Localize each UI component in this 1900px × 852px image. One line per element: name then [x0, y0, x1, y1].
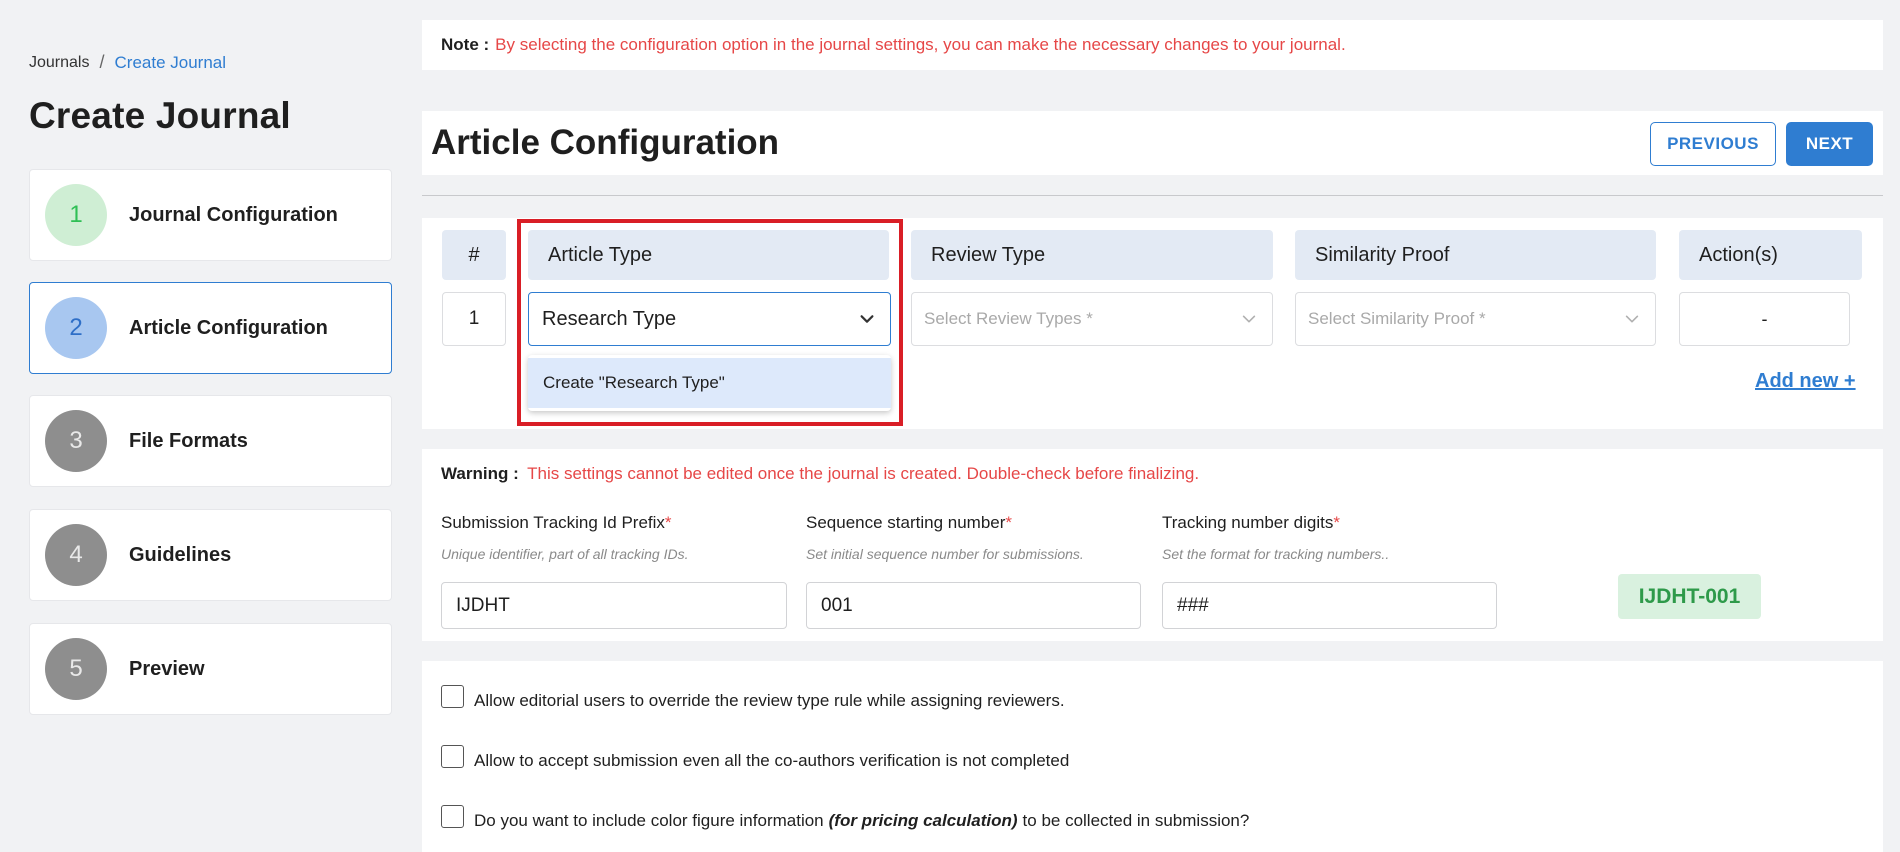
step-guidelines[interactable]: 4 Guidelines [29, 509, 392, 601]
header-similarity-proof: Similarity Proof [1295, 230, 1656, 280]
accept-submission-option[interactable]: Allow to accept submission even all the … [441, 745, 1070, 772]
prefix-label: Submission Tracking Id Prefix* [441, 513, 672, 532]
step-file-formats[interactable]: 3 File Formats [29, 395, 392, 487]
options-panel: Allow editorial users to override the re… [422, 661, 1883, 852]
prefix-hint: Unique identifier, part of all tracking … [441, 546, 689, 562]
note-label: Note : [441, 35, 490, 54]
checkbox[interactable] [441, 805, 464, 828]
step-preview[interactable]: 5 Preview [29, 623, 392, 715]
step-number: 1 [45, 184, 107, 246]
create-option[interactable]: Create "Research Type" [528, 358, 891, 408]
step-number: 2 [45, 297, 107, 359]
note-banner: Note : By selecting the configuration op… [422, 20, 1883, 70]
warning-label: Warning : [441, 464, 519, 483]
header-review-type: Review Type [911, 230, 1273, 280]
warning-message: This settings cannot be edited once the … [527, 464, 1200, 483]
step-number: 3 [45, 410, 107, 472]
step-article-configuration[interactable]: 2 Article Configuration [29, 282, 392, 374]
note-text: By selecting the configuration option in… [495, 35, 1346, 54]
breadcrumb-separator: / [99, 52, 105, 72]
step-journal-configuration[interactable]: 1 Journal Configuration [29, 169, 392, 261]
review-type-select[interactable]: Select Review Types * [911, 292, 1273, 346]
next-button[interactable]: NEXT [1786, 122, 1873, 166]
similarity-proof-placeholder: Select Similarity Proof * [1308, 309, 1486, 328]
sequence-label: Sequence starting number* [806, 513, 1013, 532]
add-new-link[interactable]: Add new + [1755, 370, 1856, 393]
checkbox-label: Allow to accept submission even all the … [474, 750, 1070, 770]
checkbox-label: Do you want to include color figure info… [474, 810, 1250, 830]
warning-text: Warning : This settings cannot be edited… [441, 464, 1199, 484]
step-label: Journal Configuration [129, 203, 338, 226]
article-type-select[interactable]: Research Type [528, 292, 891, 346]
section-title: Article Configuration [431, 123, 780, 162]
breadcrumb-create-journal[interactable]: Create Journal [115, 53, 227, 73]
review-type-placeholder: Select Review Types * [924, 309, 1093, 328]
tracking-id-preview-badge: IJDHT-001 [1618, 574, 1761, 619]
step-label: Preview [129, 657, 205, 680]
step-number: 4 [45, 524, 107, 586]
checkbox[interactable] [441, 745, 464, 768]
step-label: File Formats [129, 429, 248, 452]
color-figure-option[interactable]: Do you want to include color figure info… [441, 805, 1250, 832]
section-header: Article Configuration PREVIOUS NEXT [422, 111, 1883, 175]
tracking-settings: Warning : This settings cannot be edited… [422, 449, 1883, 641]
chevron-down-icon[interactable] [1240, 310, 1258, 328]
prefix-input[interactable]: IJDHT [441, 582, 787, 629]
article-type-dropdown-menu: Create "Research Type" [528, 355, 891, 411]
breadcrumb: Journals / Create Journal [29, 52, 226, 73]
row-number: 1 [442, 292, 506, 346]
divider [422, 195, 1883, 196]
chevron-down-icon[interactable] [858, 310, 876, 328]
step-number: 5 [45, 638, 107, 700]
row-action: - [1679, 292, 1850, 346]
chevron-down-icon[interactable] [1623, 310, 1641, 328]
sequence-input[interactable]: 001 [806, 582, 1141, 629]
checkbox[interactable] [441, 685, 464, 708]
header-article-type: Article Type [528, 230, 889, 280]
previous-button[interactable]: PREVIOUS [1650, 122, 1776, 166]
step-label: Article Configuration [129, 316, 328, 339]
digits-hint: Set the format for tracking numbers.. [1162, 546, 1390, 562]
page-title: Create Journal [29, 95, 291, 136]
step-label: Guidelines [129, 543, 232, 566]
header-actions: Action(s) [1679, 230, 1862, 280]
digits-input[interactable]: ### [1162, 582, 1497, 629]
breadcrumb-journals[interactable]: Journals [29, 54, 89, 72]
override-review-rule-option[interactable]: Allow editorial users to override the re… [441, 685, 1065, 712]
checkbox-label: Allow editorial users to override the re… [474, 690, 1065, 710]
article-type-table: # Article Type Review Type Similarity Pr… [422, 218, 1883, 429]
article-type-value: Research Type [542, 307, 677, 330]
digits-label: Tracking number digits* [1162, 513, 1340, 532]
sequence-hint: Set initial sequence number for submissi… [806, 546, 1084, 562]
similarity-proof-select[interactable]: Select Similarity Proof * [1295, 292, 1656, 346]
header-hash: # [442, 230, 506, 280]
